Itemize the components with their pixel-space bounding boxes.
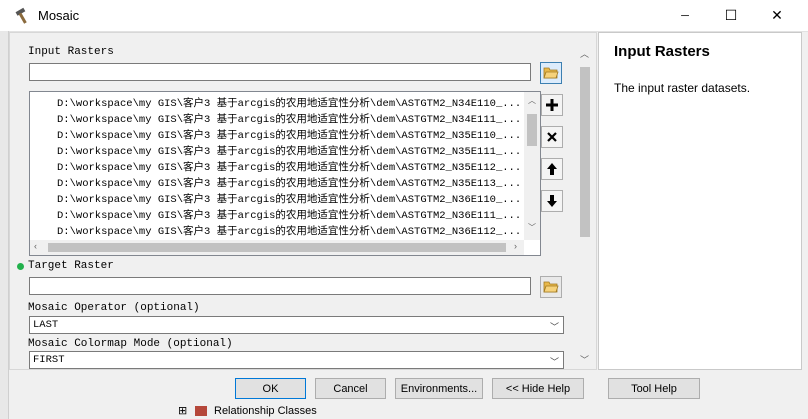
close-icon: ✕	[771, 7, 783, 23]
arrow-down-icon	[547, 195, 557, 207]
colormap-mode-value: FIRST	[33, 354, 65, 366]
title-bar: Mosaic ─ ☐ ✕	[0, 0, 808, 32]
chevron-down-icon: ﹀	[549, 322, 559, 332]
environments-button[interactable]: Environments...	[395, 378, 483, 399]
list-item[interactable]: D:\workspace\my GIS\客户3 基于arcgis的农用地适宜性分…	[57, 208, 521, 224]
list-hscroll-thumb[interactable]	[48, 243, 506, 252]
help-title: Input Rasters	[614, 43, 710, 60]
folder-open-icon	[543, 281, 559, 293]
colormap-mode-select[interactable]: FIRST ﹀	[29, 351, 564, 369]
list-horizontal-scrollbar[interactable]: ‹ ›	[30, 240, 524, 255]
colormap-mode-label: Mosaic Colormap Mode (optional)	[28, 338, 233, 350]
tree-expander-icon: ⊞	[178, 405, 188, 417]
input-rasters-label: Input Rasters	[28, 46, 114, 58]
list-item[interactable]: D:\workspace\my GIS\客户3 基于arcgis的农用地适宜性分…	[57, 160, 521, 176]
pane-vertical-scrollbar[interactable]: ︿ ﹀	[576, 45, 593, 367]
input-rasters-browse-button[interactable]	[540, 62, 562, 84]
mosaic-operator-select[interactable]: LAST ﹀	[29, 316, 564, 334]
list-item[interactable]: D:\workspace\my GIS\客户3 基于arcgis的农用地适宜性分…	[57, 112, 521, 128]
list-item[interactable]: D:\workspace\my GIS\客户3 基于arcgis的农用地适宜性分…	[57, 128, 521, 144]
folder-open-icon	[543, 67, 559, 79]
maximize-button[interactable]: ☐	[708, 0, 754, 31]
delete-x-icon	[547, 132, 557, 142]
input-rasters-input[interactable]	[29, 63, 531, 81]
scroll-left-icon[interactable]: ‹	[34, 241, 37, 251]
parameters-pane: Input Rasters D:\workspace\my GIS\客户3 基于…	[9, 32, 597, 370]
target-raster-input[interactable]	[29, 277, 531, 295]
hide-help-button[interactable]: << Hide Help	[492, 378, 584, 399]
mosaic-operator-value: LAST	[33, 319, 59, 331]
list-item[interactable]: D:\workspace\my GIS\客户3 基于arcgis的农用地适宜性分…	[57, 192, 521, 208]
list-item[interactable]: D:\workspace\my GIS\客户3 基于arcgis的农用地适宜性分…	[57, 144, 521, 160]
scroll-down-icon[interactable]: ﹀	[580, 353, 589, 366]
window-title: Mosaic	[38, 8, 80, 23]
remove-raster-button[interactable]	[541, 126, 563, 148]
relationship-icon	[195, 406, 207, 416]
scroll-down-icon[interactable]: ﹀	[528, 222, 536, 233]
minimize-icon: ─	[681, 9, 689, 22]
scroll-up-icon[interactable]: ︿	[580, 47, 589, 60]
maximize-icon: ☐	[724, 7, 738, 23]
target-raster-browse-button[interactable]	[540, 276, 562, 298]
list-item[interactable]: D:\workspace\my GIS\客户3 基于arcgis的农用地适宜性分…	[57, 176, 521, 192]
help-description: The input raster datasets.	[614, 81, 751, 95]
scroll-right-icon[interactable]: ›	[514, 241, 517, 251]
target-raster-label: Target Raster	[28, 260, 114, 272]
close-button[interactable]: ✕	[754, 0, 800, 31]
list-item[interactable]: D:\workspace\my GIS\客户3 基于arcgis的农用地适宜性分…	[57, 96, 521, 112]
tree-item-label: Relationship Classes	[214, 405, 317, 417]
ok-button[interactable]: OK	[235, 378, 306, 399]
background-tree: ⊞ Relationship Classes	[140, 405, 700, 419]
mosaic-operator-label: Mosaic Operator (optional)	[28, 302, 200, 314]
input-rasters-list[interactable]: D:\workspace\my GIS\客户3 基于arcgis的农用地适宜性分…	[29, 91, 541, 256]
minimize-button[interactable]: ─	[662, 0, 708, 31]
add-raster-button[interactable]	[541, 94, 563, 116]
move-down-button[interactable]	[541, 190, 563, 212]
list-item[interactable]: D:\workspace\my GIS\客户3 基于arcgis的农用地适宜性分…	[57, 224, 521, 240]
chevron-down-icon: ﹀	[549, 357, 559, 367]
move-up-button[interactable]	[541, 158, 563, 180]
required-indicator-icon	[17, 263, 24, 270]
list-scroll-thumb[interactable]	[527, 114, 537, 146]
pane-scroll-thumb[interactable]	[580, 67, 590, 237]
cancel-button[interactable]: Cancel	[315, 378, 386, 399]
list-vertical-scrollbar[interactable]: ︿ ﹀	[524, 92, 540, 240]
background-window-edge	[0, 31, 9, 419]
plus-icon	[546, 99, 558, 111]
hammer-icon	[15, 7, 27, 24]
tool-help-button[interactable]: Tool Help	[608, 378, 700, 399]
help-pane: Input Rasters The input raster datasets.	[598, 32, 802, 370]
scroll-up-icon[interactable]: ︿	[528, 95, 536, 106]
arrow-up-icon	[547, 163, 557, 175]
